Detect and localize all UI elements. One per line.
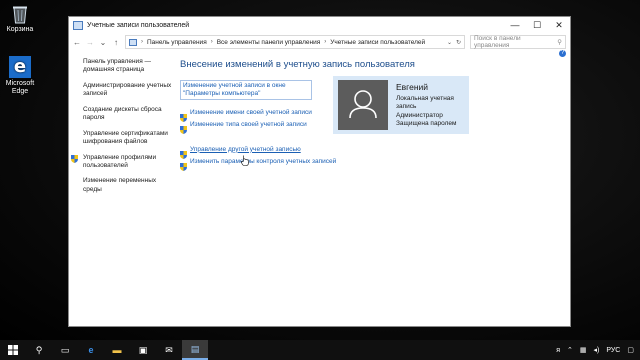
folder-icon: ▬ (112, 345, 122, 355)
uac-shield-icon (180, 121, 187, 135)
recent-chevron-icon[interactable]: ⌄ (99, 38, 107, 47)
account-card: Евгений Локальная учетная запись Админис… (333, 76, 469, 134)
control-panel-icon: ▤ (190, 343, 200, 354)
refresh-icon[interactable]: ↻ (456, 39, 461, 46)
task-view-icon: ▭ (60, 344, 70, 355)
nav-item-certificates[interactable]: Управление сертификатами шифрования файл… (83, 130, 173, 147)
control-panel-icon (129, 38, 137, 46)
nav-item-home[interactable]: Панель управления — домашняя страница (83, 58, 173, 75)
hand-cursor-icon (241, 153, 249, 171)
nav-item-env-vars[interactable]: Изменение переменных среды (83, 177, 173, 194)
address-bar[interactable]: › Панель управления › Все элементы панел… (125, 35, 465, 49)
volume-icon[interactable]: ◂) (593, 346, 599, 354)
search-input[interactable]: Поиск в панели управления ⚲ (470, 35, 566, 49)
rename-account-link[interactable]: Изменение имени своей учетной записи (190, 109, 312, 117)
pc-settings-link[interactable]: Изменение учетной записи в окне "Парамет… (180, 80, 312, 101)
mail-icon: ✉ (165, 344, 173, 355)
uac-row: Изменить параметры контроля учетных запи… (180, 158, 560, 171)
taskbar-mail[interactable]: ✉ (156, 340, 182, 360)
people-icon[interactable]: ᴙ (556, 347, 560, 354)
uac-shield-icon (180, 158, 187, 171)
recycle-bin-shortcut[interactable]: Корзина (0, 4, 40, 34)
search-placeholder: Поиск в панели управления (474, 35, 521, 49)
edge-icon: e (9, 56, 31, 78)
control-panel-icon (73, 20, 83, 30)
recycle-bin-label: Корзина (6, 26, 34, 33)
back-arrow-icon[interactable]: ← (73, 38, 81, 47)
search-icon: ⚲ (35, 344, 43, 355)
minimize-button[interactable]: — (504, 17, 526, 33)
account-name: Евгений (396, 81, 429, 92)
taskbar-edge[interactable]: e (78, 340, 104, 360)
account-type: Локальная учетная запись (396, 94, 454, 111)
uac-shield-icon (180, 146, 187, 159)
start-button[interactable] (0, 340, 26, 360)
notifications-icon[interactable]: ▢ (627, 346, 634, 354)
breadcrumb-control-panel[interactable]: Панель управления (147, 39, 207, 46)
avatar (338, 80, 388, 130)
address-row: ← → ⌄ ↑ › Панель управления › Все элемен… (69, 33, 570, 51)
uac-shield-icon (180, 109, 187, 123)
manage-other-row: Управление другой учетной записью (180, 146, 560, 159)
maximize-button[interactable]: ☐ (526, 17, 548, 33)
taskbar-explorer[interactable]: ▬ (104, 340, 130, 360)
breadcrumb-user-accounts[interactable]: Учетные записи пользователей (330, 39, 425, 46)
up-arrow-icon[interactable]: ↑ (112, 38, 120, 47)
help-icon[interactable]: ? (559, 50, 566, 57)
account-protection: Защищена паролем (396, 119, 457, 127)
left-nav: Панель управления — домашняя страница Ад… (71, 58, 173, 201)
title-bar[interactable]: Учетные записи пользователей — ☐ ✕ (69, 17, 570, 33)
edge-icon: e (88, 345, 94, 355)
breadcrumb-all-items[interactable]: Все элементы панели управления (217, 39, 321, 46)
recycle-bin-icon (11, 4, 29, 24)
network-icon[interactable]: ▦ (580, 346, 587, 354)
windows-logo-icon (8, 345, 18, 355)
window-title: Учетные записи пользователей (87, 21, 190, 29)
search-icon: ⚲ (557, 39, 562, 46)
nav-item-profiles-label: Управление профилями пользователей (83, 153, 157, 169)
main-content: Внесение изменений в учетную запись поль… (180, 59, 560, 171)
taskbar-store[interactable]: ▣ (130, 340, 156, 360)
system-tray: ᴙ ⌃ ▦ ◂) РУС ▢ (556, 346, 640, 355)
user-silhouette-icon (349, 90, 377, 119)
chevron-right-icon[interactable]: › (211, 39, 213, 45)
store-icon: ▣ (138, 344, 148, 355)
uac-settings-link[interactable]: Изменить параметры контроля учетных запи… (190, 158, 336, 166)
chevron-right-icon: › (141, 39, 143, 45)
change-account-type-link[interactable]: Изменение типа своей учетной записи (190, 121, 307, 129)
nav-item-account-admin[interactable]: Администрирование учетных записей (83, 82, 173, 99)
user-accounts-window: Учетные записи пользователей — ☐ ✕ ← → ⌄… (68, 16, 571, 327)
chevron-right-icon[interactable]: › (324, 39, 326, 45)
page-heading: Внесение изменений в учетную запись поль… (180, 59, 415, 70)
close-button[interactable]: ✕ (548, 17, 570, 33)
taskbar-control-panel[interactable]: ▤ (182, 340, 208, 360)
account-role: Администратор (396, 111, 443, 119)
search-button[interactable]: ⚲ (26, 340, 52, 360)
language-indicator[interactable]: РУС (606, 347, 620, 354)
chevron-up-icon[interactable]: ⌃ (567, 346, 573, 354)
taskbar: ⚲ ▭ e ▬ ▣ ✉ ▤ ᴙ ⌃ ▦ ◂) РУС ▢ (0, 340, 640, 360)
dropdown-chevron-icon[interactable]: ⌄ (447, 39, 452, 46)
uac-shield-icon (71, 154, 78, 163)
account-info: Евгений Локальная учетная запись Админис… (396, 82, 469, 129)
forward-arrow-icon[interactable]: → (86, 38, 94, 47)
nav-item-profiles[interactable]: Управление профилями пользователей (71, 153, 173, 171)
edge-shortcut[interactable]: e Microsoft Edge (0, 56, 40, 96)
nav-item-reset-disk[interactable]: Создание дискеты сброса пароля (83, 106, 173, 123)
task-view-button[interactable]: ▭ (52, 340, 78, 360)
edge-label: Microsoft Edge (5, 80, 35, 96)
